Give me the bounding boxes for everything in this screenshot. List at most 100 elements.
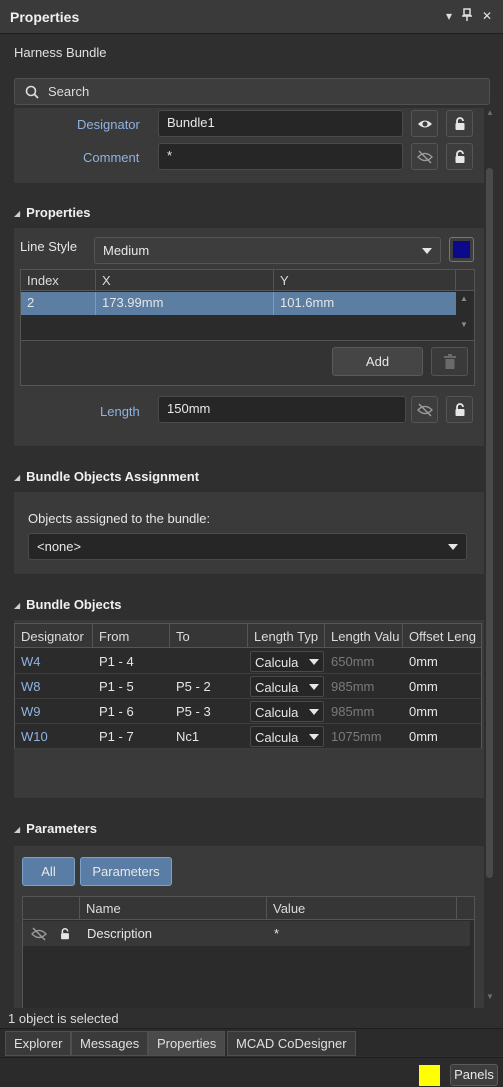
panel-scrollbar[interactable]: ▲ ▼: [484, 108, 496, 1008]
table-row[interactable]: Description *: [23, 921, 470, 946]
column-header-y[interactable]: Y: [274, 270, 456, 290]
length-type-dropdown[interactable]: Calcula: [250, 651, 324, 672]
status-text: 1 object is selected: [0, 1008, 503, 1028]
dropdown-menu-icon[interactable]: ▾: [442, 8, 456, 24]
length-type-dropdown[interactable]: Calcula: [250, 726, 324, 747]
table-row[interactable]: 2 173.99mm 101.6mm: [21, 292, 456, 315]
table-row[interactable]: W4 P1 - 4 Calcula 650mm 0mm: [15, 649, 481, 674]
row-from: P1 - 4: [99, 654, 134, 669]
row-offset-length[interactable]: 0mm: [403, 724, 481, 749]
bottom-bar: Panels: [0, 1057, 503, 1087]
lock-icon: [455, 117, 465, 130]
bundle-objects-section: Designator From To Length Typ Length Val…: [14, 620, 484, 798]
column-header-name[interactable]: Name: [80, 897, 267, 919]
lock-icon[interactable]: [58, 926, 72, 942]
row-length-type[interactable]: Calcula: [248, 649, 325, 674]
scroll-down-icon[interactable]: ▼: [460, 320, 468, 329]
length-field[interactable]: 150mm: [158, 396, 406, 423]
comment-field[interactable]: *: [158, 143, 403, 170]
length-visibility-button[interactable]: [411, 396, 438, 423]
table-row[interactable]: W8 P1 - 5 P5 - 2 Calcula 985mm 0mm: [15, 674, 481, 699]
column-header-to[interactable]: To: [170, 624, 248, 647]
eye-off-icon[interactable]: [31, 926, 47, 942]
row-offset-length[interactable]: 0mm: [403, 674, 481, 699]
comment-visibility-button[interactable]: [411, 143, 438, 170]
table-row[interactable]: W10 P1 - 7 Nc1 Calcula 1075mm 0mm: [15, 724, 481, 749]
row-offset-length[interactable]: 0mm: [403, 699, 481, 724]
scrollbar-thumb[interactable]: [486, 168, 493, 878]
length-lock-button[interactable]: [446, 396, 473, 423]
close-icon[interactable]: ✕: [480, 8, 494, 24]
line-style-dropdown[interactable]: Medium: [94, 237, 441, 264]
column-header-designator[interactable]: Designator: [15, 624, 93, 647]
row-designator[interactable]: W10: [15, 724, 93, 749]
column-header-value[interactable]: Value: [267, 897, 457, 919]
row-to: P5 - 2: [176, 679, 211, 694]
filter-parameters-button[interactable]: Parameters: [80, 857, 172, 886]
length-type-dropdown[interactable]: Calcula: [250, 676, 324, 697]
line-style-label: Line Style: [20, 239, 78, 254]
parameter-value[interactable]: *: [274, 926, 279, 941]
properties-section-header[interactable]: ◢ Properties: [14, 205, 90, 220]
collapse-triangle-icon: ◢: [14, 209, 21, 218]
column-header-x[interactable]: X: [96, 270, 274, 290]
filter-all-button[interactable]: All: [22, 857, 75, 886]
pin-icon[interactable]: [460, 8, 474, 24]
scroll-down-icon[interactable]: ▼: [485, 992, 495, 1002]
line-color-swatch[interactable]: [449, 237, 474, 262]
search-input[interactable]: Search: [14, 78, 490, 105]
parameters-grid: Name Value Description *: [22, 896, 475, 1008]
tab-explorer[interactable]: Explorer: [5, 1031, 72, 1056]
column-header-length-type[interactable]: Length Typ: [248, 624, 325, 647]
scroll-up-icon[interactable]: ▲: [460, 294, 468, 303]
parameters-section-header[interactable]: ◢ Parameters: [14, 821, 97, 836]
column-header-index[interactable]: Index: [21, 270, 96, 290]
table-row[interactable]: W9 P1 - 6 P5 - 3 Calcula 985mm 0mm: [15, 699, 481, 724]
parameters-section: All Parameters Name Value Description *: [14, 846, 484, 1008]
parameter-name: Description: [87, 926, 153, 941]
row-x[interactable]: 173.99mm: [96, 292, 274, 315]
chevron-down-icon: [309, 734, 319, 740]
panel-tabs: Explorer Messages Properties MCAD CoDesi…: [0, 1028, 503, 1056]
bundle-objects-section-header[interactable]: ◢ Bundle Objects: [14, 597, 122, 612]
object-type-label: Harness Bundle: [14, 45, 107, 60]
delete-vertex-button[interactable]: [431, 347, 468, 376]
grid-scrollbar[interactable]: ▲ ▼: [458, 292, 472, 340]
row-y[interactable]: 101.6mm: [274, 292, 456, 315]
column-header-from[interactable]: From: [93, 624, 170, 647]
row-designator[interactable]: W4: [15, 649, 93, 674]
row-length-type[interactable]: Calcula: [248, 699, 325, 724]
tab-mcad-codesigner[interactable]: MCAD CoDesigner: [227, 1031, 356, 1056]
assigned-objects-dropdown[interactable]: <none>: [28, 533, 467, 560]
assignment-section-header[interactable]: ◢ Bundle Objects Assignment: [14, 469, 199, 484]
tab-messages[interactable]: Messages: [71, 1031, 149, 1056]
row-to: [170, 649, 248, 674]
column-header-length-value[interactable]: Length Valu: [325, 624, 403, 647]
lock-toggle-button[interactable]: [446, 110, 473, 137]
column-header-offset-length[interactable]: Offset Leng: [403, 624, 481, 647]
panels-button[interactable]: Panels: [450, 1064, 498, 1086]
row-from: P1 - 5: [99, 679, 134, 694]
scroll-up-icon[interactable]: ▲: [485, 108, 495, 118]
eye-icon: [418, 120, 432, 128]
row-index: 2: [21, 292, 96, 315]
comment-lock-button[interactable]: [446, 143, 473, 170]
row-designator[interactable]: W8: [15, 674, 93, 699]
tab-properties[interactable]: Properties: [148, 1031, 226, 1056]
row-designator[interactable]: W9: [15, 699, 93, 724]
collapse-triangle-icon: ◢: [14, 473, 21, 482]
row-offset-length[interactable]: 0mm: [403, 649, 481, 674]
visibility-toggle-button[interactable]: [411, 110, 438, 137]
designator-field[interactable]: Bundle1: [158, 110, 403, 137]
add-vertex-button[interactable]: Add: [332, 347, 423, 376]
row-length-value: 1075mm: [331, 729, 382, 744]
lock-icon: [455, 403, 465, 416]
row-length-type[interactable]: Calcula: [248, 674, 325, 699]
length-type-dropdown[interactable]: Calcula: [250, 701, 324, 722]
properties-scroll-area: Designator Bundle1 Comment * ◢ Properties…: [14, 108, 484, 1008]
panel-title: Properties: [10, 9, 80, 25]
row-length-value: 650mm: [331, 654, 375, 669]
row-length-type[interactable]: Calcula: [248, 724, 325, 749]
collapse-triangle-icon: ◢: [14, 601, 21, 610]
properties-section: Line Style Medium Index X Y 2 173.99mm 1…: [14, 228, 484, 446]
